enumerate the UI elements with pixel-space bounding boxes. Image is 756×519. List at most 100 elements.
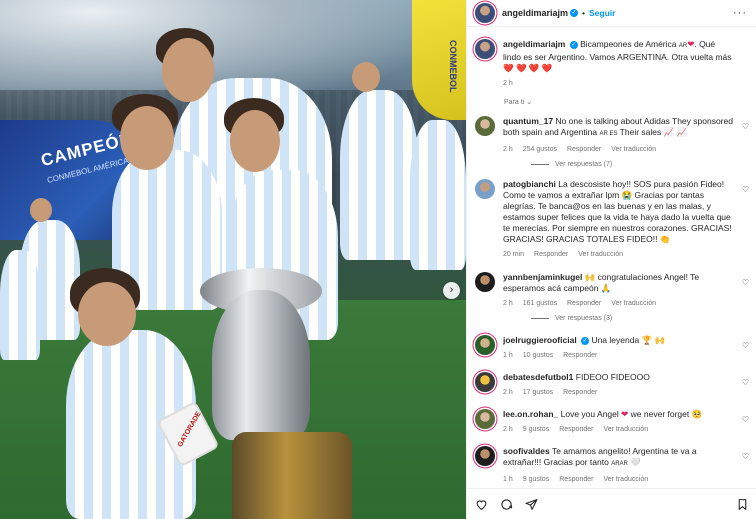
comment-meta: 2 h 17 gustos Responder — [503, 387, 733, 398]
comment-likes[interactable]: 161 gustos — [523, 298, 557, 309]
verified-badge-icon: ✓ — [581, 336, 590, 345]
clap-emoji-icon: 👏 — [659, 234, 671, 244]
comment-meta: 1 h 9 gustos Responder Ver traducción — [503, 474, 733, 485]
para-ti-label[interactable]: Para ti ⌄ — [504, 98, 756, 106]
translate-button[interactable]: Ver traducción — [611, 144, 656, 155]
comment-meta: 2 h 254 gustos Responder Ver traducción — [503, 144, 733, 155]
follow-button[interactable]: Seguir — [589, 8, 615, 18]
caption-body: angeldimariajm ✓ Bicampeones de América … — [503, 39, 749, 89]
replies-line — [531, 164, 549, 165]
comment-username[interactable]: joelruggierooficial — [503, 335, 577, 345]
reply-button[interactable]: Responder — [563, 350, 597, 361]
comment-time: 2 h — [503, 146, 513, 153]
translate-button[interactable]: Ver traducción — [611, 298, 656, 309]
commenter-avatar[interactable] — [475, 409, 495, 429]
comment-item: quantum_17 No one is talking about Adida… — [467, 116, 756, 155]
girl-front-head — [78, 282, 136, 346]
like-heart-icon[interactable]: ♡ — [742, 415, 749, 424]
comment-username[interactable]: debatesdefutbol1 — [503, 372, 573, 382]
comment-item: debatesdefutbol1 FIDEOO FIDEOOO 2 h 17 g… — [467, 372, 756, 398]
trophy-base — [232, 432, 352, 519]
comment-likes[interactable]: 254 gustos — [523, 144, 557, 155]
background-player — [340, 90, 418, 260]
comment-username[interactable]: lee.on.rohan_ — [503, 409, 558, 419]
pray-emoji-icon: 🙏 — [600, 283, 612, 293]
comment-body: quantum_17 No one is talking about Adida… — [503, 116, 749, 155]
like-heart-icon[interactable]: ♡ — [742, 341, 749, 350]
comment-item: patogbianchi La descosiste hoy!! SOS pur… — [467, 179, 756, 260]
comment-likes[interactable]: 17 gustos — [523, 387, 553, 398]
chevron-down-icon: ⌄ — [526, 99, 533, 106]
white-heart-emoji-icon: 🤍 — [630, 457, 641, 467]
like-heart-icon[interactable]: ♡ — [742, 185, 749, 194]
next-photo-button[interactable]: › — [443, 282, 460, 299]
commenter-avatar[interactable] — [475, 372, 495, 392]
like-heart-icon[interactable]: ♡ — [742, 122, 749, 131]
reply-button[interactable]: Responder — [567, 144, 601, 155]
comment-likes[interactable]: 9 gustos — [523, 474, 549, 485]
reply-button[interactable]: Responder — [567, 298, 601, 309]
commenter-avatar[interactable] — [475, 116, 495, 136]
commenter-avatar[interactable] — [475, 335, 495, 355]
bookmark-icon[interactable] — [736, 498, 749, 511]
like-heart-icon[interactable]: ♡ — [742, 278, 749, 287]
comment-username[interactable]: yannbenjaminkugel — [503, 272, 582, 282]
comment-username[interactable]: quantum_17 — [503, 116, 553, 126]
comment-item: yannbenjaminkugel 🙌 congratulaciones Ang… — [467, 272, 756, 309]
ball-prop-text: CONMEBOL — [448, 40, 458, 93]
view-replies-label: Ver respuestas (7) — [555, 161, 613, 168]
flag-ar-icon: AR — [678, 43, 688, 49]
comment-time: 2 h — [503, 389, 513, 396]
author-avatar[interactable] — [475, 3, 495, 23]
view-replies-button[interactable]: Ver respuestas (3) — [531, 315, 756, 322]
comment-text-continued: we never forget 🥺 — [630, 409, 703, 419]
heart-emoji-icon: ❤ — [621, 409, 629, 419]
share-paper-plane-icon[interactable] — [525, 498, 538, 511]
verified-badge-icon: ✓ — [570, 9, 579, 17]
like-heart-icon[interactable] — [475, 498, 488, 511]
reply-button[interactable]: Responder — [563, 387, 597, 398]
translate-button[interactable]: Ver traducción — [603, 424, 648, 435]
comment-time: 1 h — [503, 352, 513, 359]
separator-dot: • — [582, 8, 586, 18]
translate-button[interactable]: Ver traducción — [578, 249, 623, 260]
player-dimaria-head — [162, 38, 214, 102]
like-heart-icon[interactable]: ♡ — [742, 452, 749, 461]
caption-author-avatar[interactable] — [475, 39, 495, 59]
background-player-head — [352, 62, 380, 92]
trophy-emoji-icon: 🏆 🙌 — [641, 335, 666, 345]
comment-text: Una leyenda — [591, 335, 640, 345]
commenter-avatar[interactable] — [475, 446, 495, 466]
author-username[interactable]: angeldimariajm — [502, 8, 568, 18]
more-options-icon[interactable]: ··· — [733, 7, 747, 19]
commenter-avatar[interactable] — [475, 179, 495, 199]
reply-button[interactable]: Responder — [559, 474, 593, 485]
post-photo[interactable]: CAMPEÓN CONMEBOL AMÉRICA CONMEBOL GATORA… — [0, 0, 466, 519]
caption-username[interactable]: angeldimariajm — [503, 39, 565, 49]
caption-meta: 2 h — [503, 78, 733, 89]
reply-button[interactable]: Responder — [559, 424, 593, 435]
view-replies-button[interactable]: Ver respuestas (7) — [531, 161, 756, 168]
comment-username[interactable]: soofivaldes — [503, 446, 550, 456]
comment-username[interactable]: patogbianchi — [503, 179, 556, 189]
comment-time: 20 min — [503, 251, 525, 258]
girl-head — [230, 110, 280, 172]
comments-list[interactable]: angeldimariajm ✓ Bicampeones de América … — [467, 28, 756, 488]
comment-likes[interactable]: 10 gustos — [523, 350, 553, 361]
comment-text: FIDEOO FIDEOOO — [575, 372, 650, 382]
flags-icon: AR ES — [599, 131, 618, 137]
replies-line — [531, 318, 549, 319]
comment-text-continued: Their sales 📈 📈 — [619, 127, 688, 137]
reply-button[interactable]: Responder — [534, 249, 568, 260]
post-sidebar: angeldimariajm ✓ • Seguir ··· angeldimar… — [466, 0, 756, 519]
comment-meta: 2 h 9 gustos Responder Ver traducción — [503, 424, 733, 435]
comment-likes[interactable]: 9 gustos — [523, 424, 549, 435]
instagram-post-view: CAMPEÓN CONMEBOL AMÉRICA CONMEBOL GATORA… — [0, 0, 756, 519]
flags-icon: ARAR — [611, 461, 628, 467]
comment-time: 1 h — [503, 476, 513, 483]
commenter-avatar[interactable] — [475, 272, 495, 292]
like-heart-icon[interactable]: ♡ — [742, 378, 749, 387]
translate-button[interactable]: Ver traducción — [603, 474, 648, 485]
comment-bubble-icon[interactable] — [500, 498, 513, 511]
comment-time: 2 h — [503, 300, 513, 307]
